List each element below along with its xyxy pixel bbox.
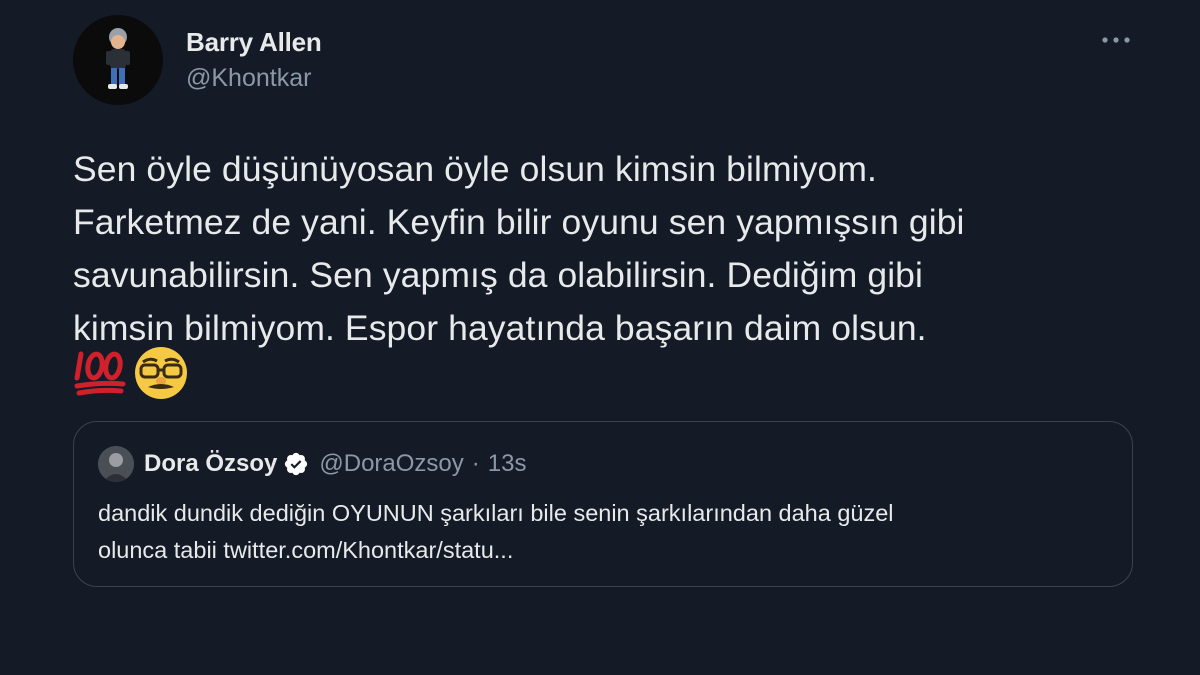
tweet-text-line: Sen öyle düşünüyosan öyle olsun kimsin b… xyxy=(73,149,877,189)
quoted-tweet-text: dandik dundik dediğin OYUNUN şarkıları b… xyxy=(98,495,1108,569)
author-display-name[interactable]: Barry Allen xyxy=(186,27,322,58)
tweet-text-line: kimsin bilmiyom. Espor hayatında başarın… xyxy=(73,308,927,348)
header-separator: · xyxy=(471,450,480,477)
tweet-text-line: savunabilirsin. Sen yapmış da olabilirsi… xyxy=(73,255,924,295)
hundred-points-emoji-icon xyxy=(74,351,126,396)
tweet-text-line: Farketmez de yani. Keyfin bilir oyunu se… xyxy=(73,202,965,242)
quoted-tweet-card[interactable]: Dora Özsoy @DoraOzsoy · 13s dandik dundi… xyxy=(73,421,1133,587)
quoted-author-handle[interactable]: @DoraOzsoy xyxy=(319,450,463,478)
disguised-face-emoji-icon xyxy=(135,347,187,399)
quoted-tweet-timestamp[interactable]: 13s xyxy=(488,450,527,478)
quoted-author-avatar[interactable] xyxy=(98,446,134,482)
verified-badge-icon xyxy=(285,452,308,476)
quoted-tweet-text-line: dandik dundik dediğin OYUNUN şarkıları b… xyxy=(98,500,894,526)
quoted-author-display-name[interactable]: Dora Özsoy xyxy=(144,450,277,478)
profile-photo-avatar-icon xyxy=(98,446,134,482)
author-avatar[interactable] xyxy=(73,15,163,105)
quoted-tweet-text-line: olunca tabii twitter.com/Khontkar/statu.… xyxy=(98,537,514,563)
more-horizontal-icon xyxy=(1102,37,1130,43)
more-options-button[interactable] xyxy=(1096,22,1136,58)
cartoon-character-avatar-icon xyxy=(73,15,163,105)
emoji-row xyxy=(73,345,189,401)
quoted-tweet-header: Dora Özsoy @DoraOzsoy · 13s xyxy=(144,450,526,478)
author-handle[interactable]: @Khontkar xyxy=(186,64,311,93)
tweet-text: Sen öyle düşünüyosan öyle olsun kimsin b… xyxy=(73,143,1153,355)
